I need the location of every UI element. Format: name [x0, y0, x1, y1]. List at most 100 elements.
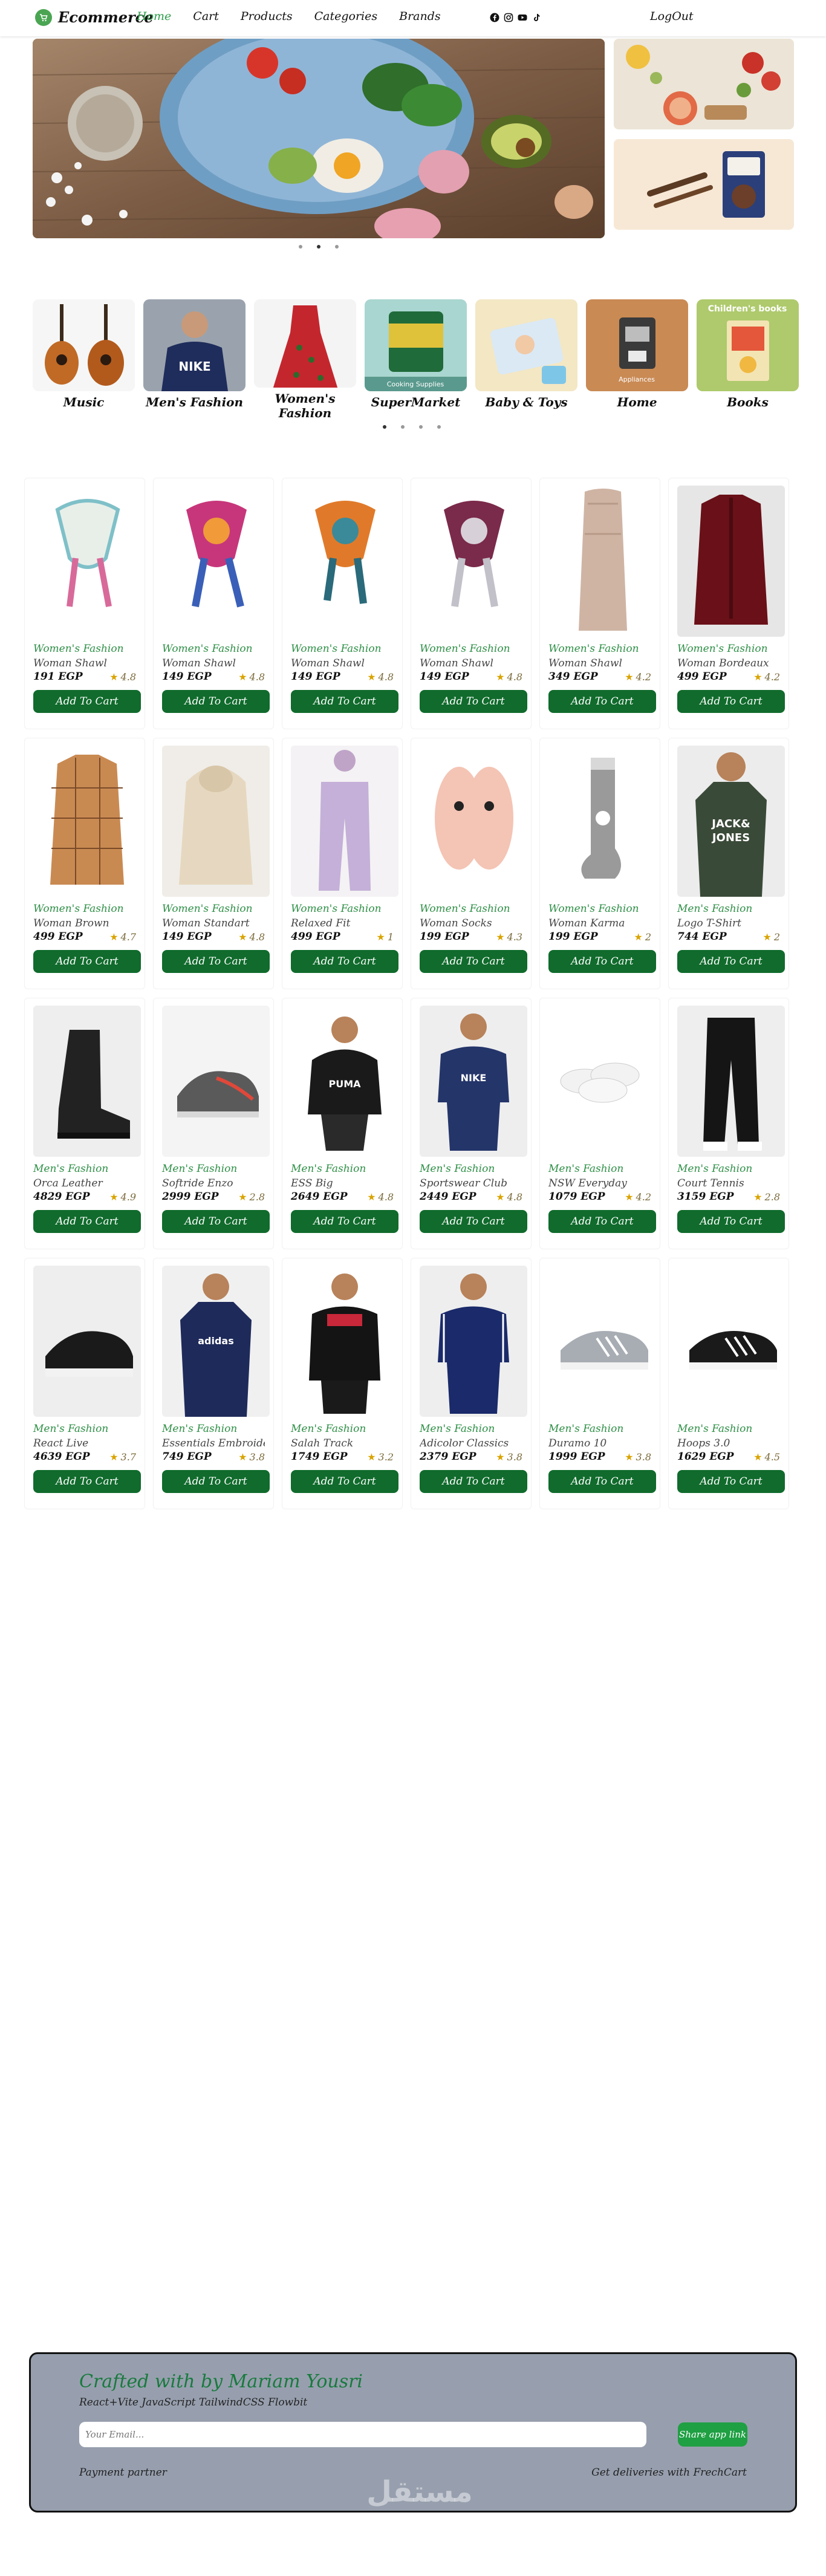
add-to-cart-button[interactable]: Add To Cart [548, 1210, 656, 1233]
share-app-link-button[interactable]: Share app link [678, 2422, 747, 2447]
add-to-cart-button[interactable]: Add To Cart [33, 690, 141, 713]
add-to-cart-button[interactable]: Add To Cart [291, 690, 398, 713]
product-image[interactable] [548, 486, 656, 637]
add-to-cart-button[interactable]: Add To Cart [677, 690, 785, 713]
tiktok-icon[interactable] [532, 13, 541, 22]
add-to-cart-button[interactable]: Add To Cart [291, 950, 398, 973]
nav-categories[interactable]: Categories [314, 10, 378, 23]
nav-home[interactable]: Home [137, 10, 171, 23]
add-to-cart-button[interactable]: Add To Cart [420, 1470, 527, 1493]
product-image[interactable] [162, 1006, 270, 1157]
product-card[interactable]: NIKE Men's Fashion Sportswear Club 2449 … [411, 998, 532, 1249]
product-card[interactable]: Women's Fashion Woman Socks 199 EGP ★ 4.… [411, 738, 532, 989]
add-to-cart-button[interactable]: Add To Cart [162, 1470, 270, 1493]
add-to-cart-button[interactable]: Add To Cart [548, 690, 656, 713]
add-to-cart-button[interactable]: Add To Cart [33, 950, 141, 973]
add-to-cart-button[interactable]: Add To Cart [420, 950, 527, 973]
email-input[interactable] [79, 2422, 646, 2447]
product-image[interactable] [677, 1266, 785, 1417]
product-card[interactable]: Women's Fashion Woman Standart 149 EGP ★… [153, 738, 274, 989]
category-dot[interactable] [419, 425, 423, 429]
product-image[interactable] [33, 1006, 141, 1157]
logout-link[interactable]: LogOut [650, 10, 694, 23]
product-image[interactable]: adidas [162, 1266, 270, 1417]
category-dot-active[interactable] [383, 425, 386, 429]
product-card[interactable]: Women's Fashion Relaxed Fit 499 EGP ★ 1 … [282, 738, 403, 989]
product-image[interactable]: JACK& JONES [677, 746, 785, 897]
category-mens-fashion[interactable]: NIKE Men's Fashion [143, 299, 246, 420]
hero-dot-active[interactable] [317, 245, 320, 249]
product-image[interactable] [162, 746, 270, 897]
product-card[interactable]: Women's Fashion Woman Brown 499 EGP ★ 4.… [24, 738, 145, 989]
product-card[interactable]: Men's Fashion Salah Track 1749 EGP ★ 3.2… [282, 1258, 403, 1509]
category-supermarket[interactable]: Cooking Supplies SuperMarket [365, 299, 467, 420]
add-to-cart-button[interactable]: Add To Cart [33, 1470, 141, 1493]
add-to-cart-button[interactable]: Add To Cart [420, 1210, 527, 1233]
add-to-cart-button[interactable]: Add To Cart [677, 950, 785, 973]
hero-side-banner-2[interactable] [614, 139, 794, 230]
add-to-cart-button[interactable]: Add To Cart [33, 1210, 141, 1233]
add-to-cart-button[interactable]: Add To Cart [677, 1470, 785, 1493]
product-card[interactable]: Women's Fashion Woman Bordeaux 499 EGP ★… [668, 478, 789, 729]
add-to-cart-button[interactable]: Add To Cart [548, 1470, 656, 1493]
hero-dot[interactable] [335, 245, 339, 249]
hero-slide-image[interactable] [33, 39, 605, 238]
add-to-cart-button[interactable]: Add To Cart [420, 690, 527, 713]
product-card[interactable]: adidas Men's Fashion Essentials Embroide… [153, 1258, 274, 1509]
product-card[interactable]: PUMA Men's Fashion ESS Big 2649 EGP ★ 4.… [282, 998, 403, 1249]
add-to-cart-button[interactable]: Add To Cart [162, 950, 270, 973]
add-to-cart-button[interactable]: Add To Cart [548, 950, 656, 973]
product-image[interactable]: NIKE [420, 1006, 527, 1157]
product-image[interactable] [33, 746, 141, 897]
product-image[interactable] [420, 746, 527, 897]
product-card[interactable]: Men's Fashion Adicolor Classics 2379 EGP… [411, 1258, 532, 1509]
product-image[interactable]: PUMA [291, 1006, 398, 1157]
add-to-cart-button[interactable]: Add To Cart [291, 1210, 398, 1233]
add-to-cart-button[interactable]: Add To Cart [162, 1210, 270, 1233]
product-card[interactable]: Men's Fashion Duramo 10 1999 EGP ★ 3.8 A… [539, 1258, 660, 1509]
category-dot[interactable] [437, 425, 441, 429]
category-home[interactable]: Appliances Home [586, 299, 688, 420]
nav-cart[interactable]: Cart [193, 10, 219, 23]
product-image[interactable] [548, 1006, 656, 1157]
product-card[interactable]: Women's Fashion Woman Shawl 149 EGP ★ 4.… [411, 478, 532, 729]
youtube-icon[interactable] [518, 13, 527, 22]
product-image[interactable] [677, 1006, 785, 1157]
product-card[interactable]: Women's Fashion Woman Shawl 149 EGP ★ 4.… [153, 478, 274, 729]
product-image[interactable] [420, 486, 527, 637]
category-baby-toys[interactable]: Baby & Toys [475, 299, 577, 420]
product-card[interactable]: Women's Fashion Woman Shawl 149 EGP ★ 4.… [282, 478, 403, 729]
product-image[interactable] [420, 1266, 527, 1417]
category-dot[interactable] [401, 425, 405, 429]
add-to-cart-button[interactable]: Add To Cart [291, 1470, 398, 1493]
product-image[interactable] [548, 1266, 656, 1417]
product-card[interactable]: Women's Fashion Woman Shawl 191 EGP ★ 4.… [24, 478, 145, 729]
product-card[interactable]: Women's Fashion Woman Shawl 349 EGP ★ 4.… [539, 478, 660, 729]
product-image[interactable] [291, 1266, 398, 1417]
hero-dot[interactable] [299, 245, 302, 249]
product-card[interactable]: Men's Fashion React Live 4639 EGP ★ 3.7 … [24, 1258, 145, 1509]
hero-side-banner-1[interactable] [614, 39, 794, 129]
nav-brands[interactable]: Brands [399, 10, 441, 23]
product-image[interactable] [33, 486, 141, 637]
product-card[interactable]: Men's Fashion Orca Leather 4829 EGP ★ 4.… [24, 998, 145, 1249]
nav-products[interactable]: Products [241, 10, 293, 23]
category-books[interactable]: Children's books Books [697, 299, 799, 420]
product-card[interactable]: JACK& JONES Men's Fashion Logo T-Shirt 74… [668, 738, 789, 989]
product-card[interactable]: Men's Fashion Hoops 3.0 1629 EGP ★ 4.5 A… [668, 1258, 789, 1509]
product-image[interactable] [291, 746, 398, 897]
product-card[interactable]: Men's Fashion NSW Everyday 1079 EGP ★ 4.… [539, 998, 660, 1249]
product-card[interactable]: Men's Fashion Softride Enzo 2999 EGP ★ 2… [153, 998, 274, 1249]
product-image[interactable] [677, 486, 785, 637]
facebook-icon[interactable] [490, 13, 499, 22]
product-card[interactable]: Women's Fashion Woman Karma 199 EGP ★ 2 … [539, 738, 660, 989]
product-image[interactable] [33, 1266, 141, 1417]
add-to-cart-button[interactable]: Add To Cart [162, 690, 270, 713]
brand[interactable]: Ecommerce [35, 8, 154, 26]
instagram-icon[interactable] [504, 13, 513, 22]
category-music[interactable]: Music [33, 299, 135, 420]
product-card[interactable]: Men's Fashion Court Tennis 3159 EGP ★ 2.… [668, 998, 789, 1249]
category-womens-fashion[interactable]: Women's Fashion [254, 299, 356, 420]
product-image[interactable] [162, 486, 270, 637]
add-to-cart-button[interactable]: Add To Cart [677, 1210, 785, 1233]
